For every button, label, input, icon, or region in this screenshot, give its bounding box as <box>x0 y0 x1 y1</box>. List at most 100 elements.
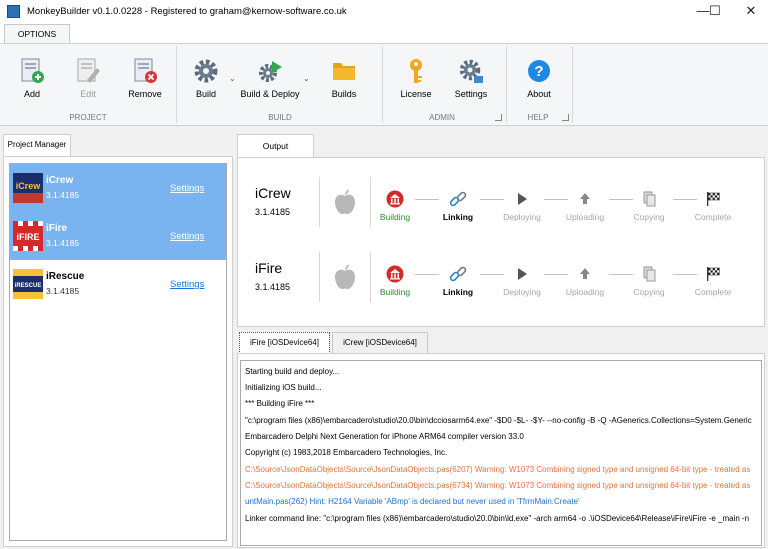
builds-button[interactable]: Builds <box>322 58 366 99</box>
log-tab-icrew[interactable]: iCrew [iOSDevice64] <box>332 332 428 354</box>
project-name: iRescue <box>46 271 85 282</box>
project-settings-link[interactable]: Settings <box>170 279 204 290</box>
group-separator <box>506 46 507 123</box>
project-version: 3.1.4185 <box>46 190 80 200</box>
key-icon <box>403 58 429 84</box>
step-linking: Linking <box>428 190 488 222</box>
step-deploying: Deploying <box>492 190 552 222</box>
build-run-ifire: iFire 3.1.4185 Building Linking Deployin… <box>237 249 765 324</box>
step-label: Deploying <box>503 287 541 297</box>
step-linking: Linking <box>428 265 488 297</box>
project-version: 3.1.4185 <box>46 238 80 248</box>
edit-icon <box>75 58 101 84</box>
builds-label: Builds <box>331 89 357 99</box>
step-label: Complete <box>694 287 732 297</box>
step-label: Deploying <box>503 212 541 222</box>
project-name: iFire <box>46 223 68 234</box>
gear-icon <box>193 58 219 84</box>
svg-text:iRESCUE: iRESCUE <box>15 283 42 289</box>
log-line: Initializing iOS build... <box>245 383 322 392</box>
project-item-irescue[interactable]: iRESCUE iRescue 3.1.4185 Settings <box>10 260 226 308</box>
step-label: Building <box>379 287 411 297</box>
build-deploy-dropdown-chevron-icon[interactable]: ⌄ <box>303 74 310 83</box>
add-icon <box>19 58 45 84</box>
copy-icon <box>640 265 658 283</box>
step-label: Building <box>379 212 411 222</box>
admin-dialog-launcher-icon[interactable] <box>495 114 502 121</box>
build-run-icrew: iCrew 3.1.4185 Building Linking Deployin… <box>237 174 765 249</box>
step-complete: Complete <box>683 265 743 297</box>
license-button[interactable]: License <box>394 58 438 99</box>
build-deploy-button[interactable]: Build & Deploy <box>238 58 302 99</box>
group-build-label: BUILD <box>268 113 292 122</box>
svg-text:iFIRE: iFIRE <box>16 232 39 242</box>
tab-output[interactable]: Output <box>237 134 314 158</box>
ribbon-tab-strip <box>0 24 768 44</box>
folder-icon <box>331 58 357 84</box>
log-line: Starting build and deploy... <box>245 367 340 376</box>
tab-options[interactable]: OPTIONS <box>4 24 70 44</box>
building-icon <box>386 190 404 208</box>
group-separator <box>176 46 177 123</box>
copy-icon <box>640 190 658 208</box>
group-admin-label: ADMIN <box>429 113 455 122</box>
project-settings-link[interactable]: Settings <box>170 231 204 242</box>
build-label: Build <box>195 89 216 99</box>
remove-button[interactable]: Remove <box>122 58 168 99</box>
group-project-label: PROJECT <box>69 113 107 122</box>
build-log[interactable]: Starting build and deploy... Initializin… <box>240 360 762 546</box>
tab-project-manager[interactable]: Project Manager <box>3 134 71 156</box>
close-button[interactable]: ✕ <box>734 0 768 24</box>
step-building: Building <box>365 265 425 297</box>
svg-text:?: ? <box>534 63 543 80</box>
step-label: Linking <box>442 212 474 222</box>
link-icon <box>449 265 467 283</box>
log-line: "c:\program files (x86)\embarcadero\stud… <box>245 416 752 425</box>
upload-icon <box>576 190 594 208</box>
license-label: License <box>400 89 432 99</box>
log-line-warning: C:\Source\JsonDataObjects\Source\JsonDat… <box>245 481 751 490</box>
title-bar: MonkeyBuilder v0.1.0.0228 - Registered t… <box>0 0 768 24</box>
play-icon <box>513 265 531 283</box>
building-icon <box>386 265 404 283</box>
project-item-icrew[interactable]: iCrew iCrew 3.1.4185 Settings <box>10 164 226 212</box>
step-label: Complete <box>694 212 732 222</box>
group-help-label: HELP <box>527 113 549 122</box>
project-item-ifire[interactable]: iFIRE iFire 3.1.4185 Settings <box>10 212 226 260</box>
log-line: Linker command line: "c:\program files (… <box>245 514 750 523</box>
build-dropdown-chevron-icon[interactable]: ⌄ <box>229 74 236 83</box>
divider <box>319 252 320 302</box>
help-dialog-launcher-icon[interactable] <box>562 114 569 121</box>
edit-button[interactable]: Edit <box>66 58 110 99</box>
run-project-version: 3.1.4185 <box>255 207 291 217</box>
step-building: Building <box>365 190 425 222</box>
step-uploading: Uploading <box>555 265 615 297</box>
play-icon <box>513 190 531 208</box>
step-label: Uploading <box>565 287 605 297</box>
settings-button[interactable]: Settings <box>448 58 494 99</box>
add-label: Add <box>23 89 40 99</box>
ifire-logo: iFIRE <box>13 221 43 251</box>
project-settings-link[interactable]: Settings <box>170 183 204 194</box>
step-label: Copying <box>633 287 665 297</box>
edit-label: Edit <box>80 89 96 99</box>
app-icon <box>7 5 20 18</box>
question-icon: ? <box>526 58 552 84</box>
maximize-button[interactable]: ☐ <box>698 0 732 24</box>
log-line: *** Building iFire *** <box>245 399 315 408</box>
log-line-warning: C:\Source\JsonDataObjects\Source\JsonDat… <box>245 465 751 474</box>
group-separator <box>382 46 383 123</box>
log-tab-ifire[interactable]: iFire [iOSDevice64] <box>239 332 330 354</box>
build-deploy-icon <box>257 58 283 84</box>
step-copying: Copying <box>619 265 679 297</box>
add-button[interactable]: Add <box>10 58 54 99</box>
remove-icon <box>132 58 158 84</box>
step-label: Linking <box>442 287 474 297</box>
step-deploying: Deploying <box>492 265 552 297</box>
about-button[interactable]: ? About <box>518 58 560 99</box>
log-line-hint: untMain.pas(262) Hint: H2164 Variable 'A… <box>245 497 580 506</box>
run-project-version: 3.1.4185 <box>255 282 291 292</box>
window-title: MonkeyBuilder v0.1.0.0228 - Registered t… <box>27 6 347 17</box>
build-button[interactable]: Build <box>186 58 226 99</box>
divider <box>319 177 320 227</box>
